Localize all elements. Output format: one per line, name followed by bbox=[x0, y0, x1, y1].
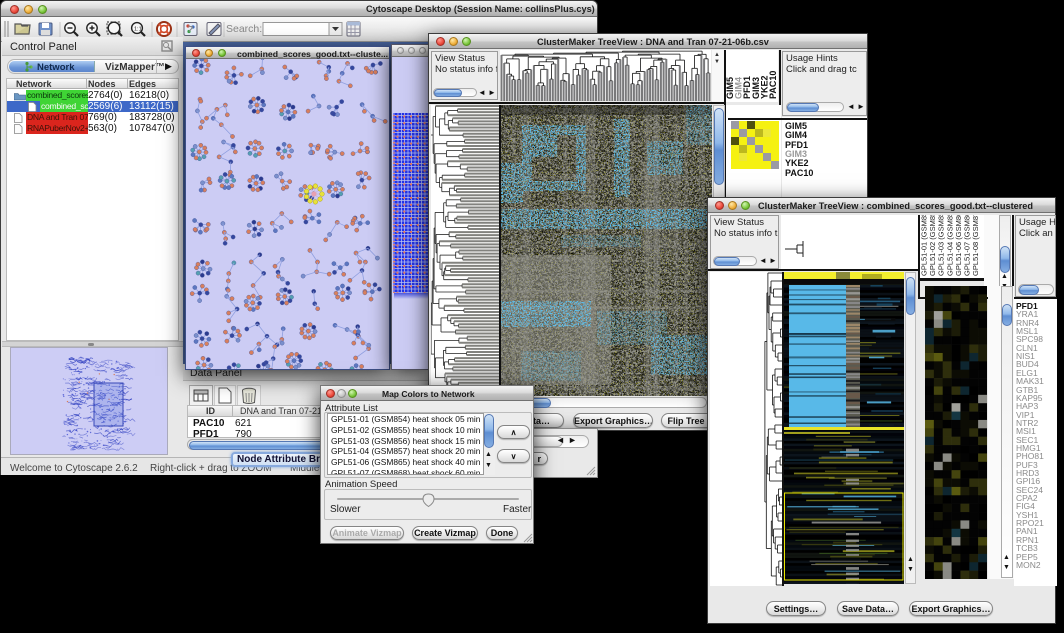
svg-text:GPL51-08 (GSM872): GPL51-08 (GSM872) bbox=[971, 215, 980, 276]
svg-text:PAC10: PAC10 bbox=[768, 71, 778, 99]
svg-text:Search:: Search: bbox=[226, 23, 262, 35]
svg-text:1:1: 1:1 bbox=[134, 27, 142, 33]
